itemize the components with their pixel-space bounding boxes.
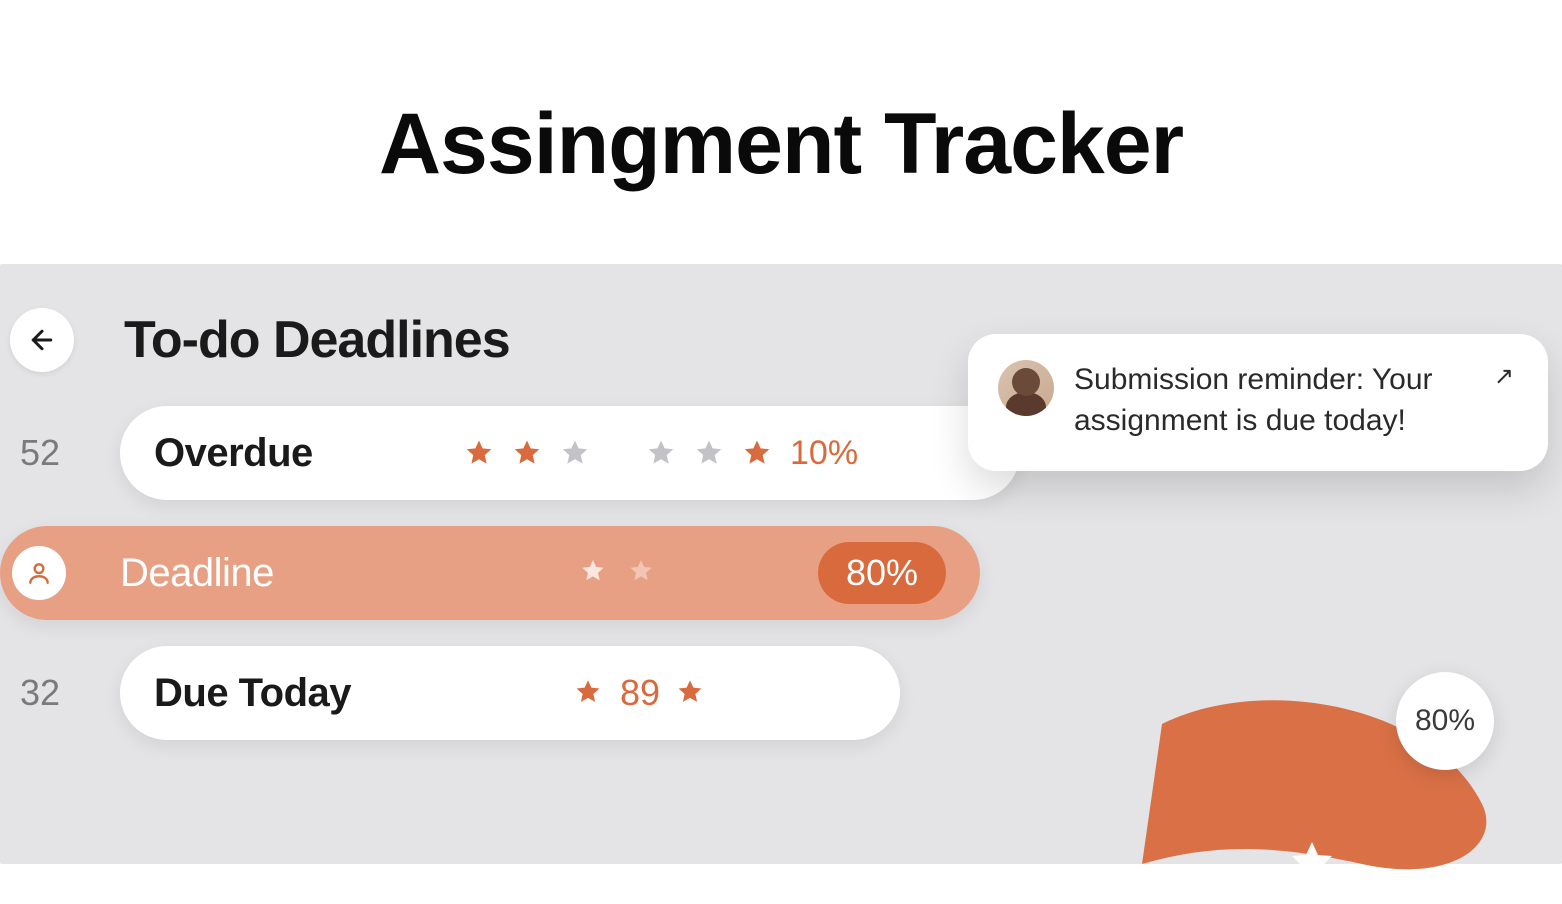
toast-text: Submission reminder: Your assignment is … <box>1074 360 1470 441</box>
arrow-left-icon <box>27 325 57 355</box>
star-icon <box>676 678 706 708</box>
row-card-deadline[interactable]: Deadline 80% <box>0 526 980 620</box>
star-icon <box>464 438 494 468</box>
row-label: Due Today <box>154 671 454 716</box>
star-icon <box>580 558 610 588</box>
star-icon <box>646 438 676 468</box>
person-chip <box>12 546 66 600</box>
person-icon <box>26 560 52 586</box>
star-icon <box>574 678 604 708</box>
star-group <box>580 558 658 588</box>
list-item: 32 Due Today 89 <box>0 646 1562 740</box>
star-icon <box>694 438 724 468</box>
row-metric-value: 89 <box>620 672 660 714</box>
row-label: Deadline <box>120 551 420 596</box>
star-icon <box>742 438 772 468</box>
expand-icon[interactable]: ↗ <box>1490 360 1518 393</box>
reminder-toast[interactable]: Submission reminder: Your assignment is … <box>968 334 1548 471</box>
page-title: Assingment Tracker <box>0 0 1562 264</box>
row-count: 32 <box>0 672 120 714</box>
row-metric: 89 <box>574 672 706 714</box>
star-icon <box>628 558 658 588</box>
progress-badge: 80% <box>1396 672 1494 770</box>
back-button[interactable] <box>10 308 74 372</box>
row-card-due-today[interactable]: Due Today 89 <box>120 646 900 740</box>
section-title: To-do Deadlines <box>124 310 510 370</box>
percent-text: 10% <box>790 434 858 473</box>
list-item: Deadline 80% <box>0 526 1562 620</box>
row-card-overdue[interactable]: Overdue 10% <box>120 406 1020 500</box>
star-icon <box>512 438 542 468</box>
avatar <box>998 360 1054 416</box>
row-count: 52 <box>0 432 120 474</box>
star-group <box>464 438 772 468</box>
row-label: Overdue <box>154 431 454 476</box>
star-icon <box>560 438 590 468</box>
percent-pill: 80% <box>818 542 946 604</box>
